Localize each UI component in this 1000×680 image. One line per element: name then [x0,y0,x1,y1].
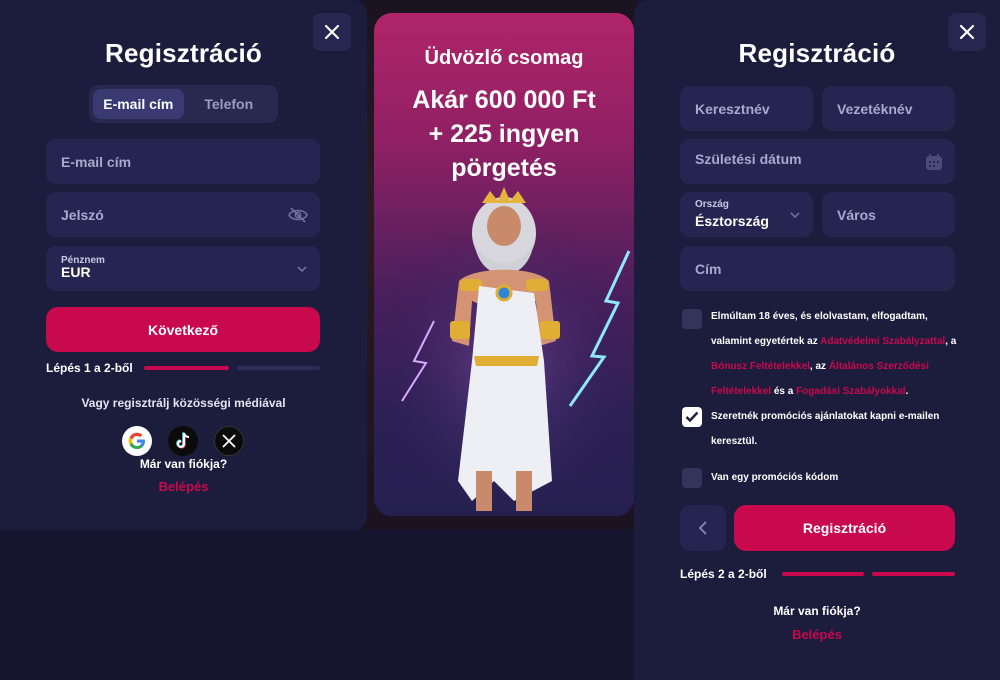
general-terms-link[interactable]: Általános Szerződési [829,361,929,372]
registration-step1-panel: Regisztráció E-mail cím Telefon E-mail c… [0,0,367,530]
step-indicator-right: Lépés 2 a 2-ből [680,567,767,581]
promo-headline-line2: + 225 ingyen [428,120,580,148]
terms-part6: . [905,386,909,397]
register-button[interactable]: Regisztráció [734,505,955,551]
eye-off-icon[interactable] [288,206,308,223]
page-title: Regisztráció [104,38,262,68]
tab-email[interactable]: E-mail cím [93,89,184,119]
step-progress-2 [237,366,320,370]
first-name-field[interactable]: Keresztnév [680,86,813,131]
city-field[interactable]: Város [822,192,955,237]
birth-date-field[interactable]: Születési dátum [680,139,955,184]
have-account-text: Már van fiókja? [139,457,228,471]
promo-code-label: Van egy promóciós kódom [711,472,839,483]
step-indicator: Lépés 1 a 2-ből [46,361,133,375]
country-value: Észtország [695,213,769,229]
promo-headline-line1: Akár 600 000 Ft [412,86,596,114]
promo-emails-text: Szeretnék promóciós ajánlatokat kapni e-… [711,404,961,454]
promo-emails-line1: Szeretnék promóciós ajánlatokat kapni e-… [711,411,940,422]
x-button[interactable] [214,426,244,456]
calendar-icon[interactable] [925,153,943,171]
chevron-down-icon [789,211,801,219]
terms-part2: valamint egyetértek az [711,336,821,347]
privacy-policy-link[interactable]: Adatvédelmi Szabályzattal [820,336,945,347]
terms-part1: Elmúltam 18 éves, és elolvastam, elfogad… [711,311,928,322]
login-link[interactable]: Belépés [0,479,367,494]
terms-checkbox[interactable] [682,309,702,329]
terms-part5: és a [771,386,797,397]
address-field[interactable]: Cím [680,246,955,291]
google-icon [128,432,145,449]
auth-method-tabs: E-mail cím Telefon [89,85,278,123]
tiktok-button[interactable] [168,426,198,456]
password-field[interactable]: Jelszó [46,192,320,237]
birth-date-placeholder: Születési dátum [695,151,802,167]
promo-banner: Üdvözlő csomag Akár 600 000 Ft + 225 ing… [374,13,634,516]
general-terms-link-cont[interactable]: Feltételekkel [711,386,771,397]
step-progress-1 [144,366,229,370]
tiktok-icon [176,432,190,449]
promo-emails-checkbox[interactable] [682,407,702,427]
next-button[interactable]: Következő [46,307,320,352]
promo-code-checkbox[interactable] [682,468,702,488]
step-progress-2-right [872,572,955,576]
promo-subtitle: Üdvözlő csomag [424,47,584,69]
country-select[interactable]: Ország Észtország [680,192,813,237]
promo-emails-line2: keresztül. [711,436,758,447]
promo-headline-line3: pörgetés [451,154,557,182]
zeus-illustration [374,187,634,511]
checkmark-icon [685,411,699,423]
country-label: Ország [695,199,729,210]
currency-value: EUR [61,264,91,280]
bonus-terms-link[interactable]: Bónusz Feltételekkel [711,361,810,372]
x-icon [222,434,236,448]
betting-rules-link[interactable]: Fogadási Szabályokkal [796,386,906,397]
terms-part4: , az [809,361,829,372]
page-title-right: Regisztráció [738,38,896,68]
password-placeholder: Jelszó [61,206,104,223]
terms-text: Elmúltam 18 éves, és elolvastam, elfogad… [711,304,961,404]
terms-part3: , a [945,336,957,347]
google-button[interactable] [122,426,152,456]
promo-headline: Akár 600 000 Ft + 225 ingyen pörgetés [374,83,634,185]
last-name-field[interactable]: Vezetéknév [822,86,955,131]
social-signup-text: Vagy regisztrálj közösségi médiával [81,396,286,410]
back-button[interactable] [680,505,726,551]
login-link-right[interactable]: Belépés [634,627,1000,642]
tab-phone[interactable]: Telefon [184,89,275,119]
email-field[interactable]: E-mail cím [46,139,320,184]
chevron-down-icon [296,265,308,273]
currency-select[interactable]: Pénznem EUR [46,246,320,291]
have-account-text-right: Már van fiókja? [773,604,861,618]
step-progress-1-right [782,572,864,576]
chevron-left-icon [698,521,707,535]
